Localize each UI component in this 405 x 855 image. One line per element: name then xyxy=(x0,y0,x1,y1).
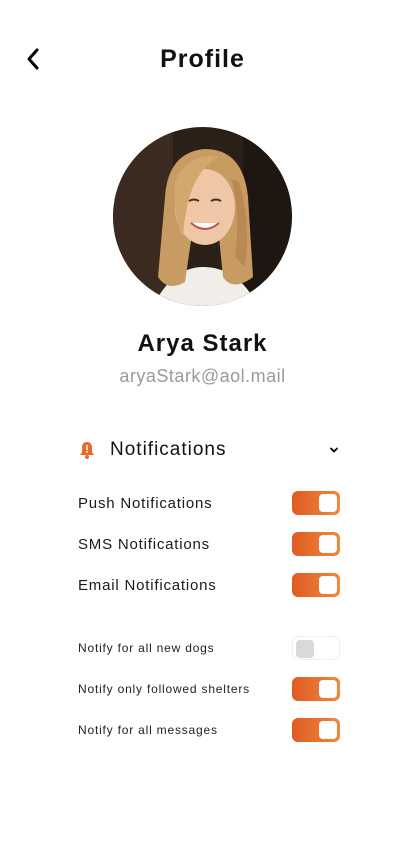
notify-new-dogs-label: Notify for all new dogs xyxy=(78,641,215,655)
notify-new-dogs-row: Notify for all new dogs xyxy=(78,636,340,660)
notify-all-messages-toggle[interactable] xyxy=(292,718,340,742)
sms-notifications-toggle[interactable] xyxy=(292,532,340,556)
push-notifications-row: Push Notifications xyxy=(78,491,340,515)
toggle-knob xyxy=(319,494,337,512)
toggle-knob xyxy=(296,640,314,658)
email-notifications-label: Email Notifications xyxy=(78,576,217,594)
notifications-title: Notifications xyxy=(110,439,227,460)
email-notifications-row: Email Notifications xyxy=(78,573,340,597)
chevron-down-icon xyxy=(328,444,340,456)
email-notifications-toggle[interactable] xyxy=(292,573,340,597)
notify-followed-shelters-row: Notify only followed shelters xyxy=(78,677,340,701)
push-notifications-label: Push Notifications xyxy=(78,494,213,512)
notify-all-messages-label: Notify for all messages xyxy=(78,723,218,737)
push-notifications-toggle[interactable] xyxy=(292,491,340,515)
user-email: aryaStark@aol.mail xyxy=(119,366,286,386)
user-name: Arya Stark xyxy=(137,330,268,357)
avatar xyxy=(113,127,292,306)
sms-notifications-row: SMS Notifications xyxy=(78,532,340,556)
toggle-knob xyxy=(319,576,337,594)
toggle-knob xyxy=(319,721,337,739)
notify-followed-shelters-label: Notify only followed shelters xyxy=(78,682,250,696)
page-title: Profile xyxy=(160,45,245,73)
sms-notifications-label: SMS Notifications xyxy=(78,535,210,553)
notify-followed-shelters-toggle[interactable] xyxy=(292,677,340,701)
notify-all-messages-row: Notify for all messages xyxy=(78,718,340,742)
toggle-knob xyxy=(319,680,337,698)
toggle-knob xyxy=(319,535,337,553)
profile-screen: Profile Arya Stark aryaStark@aol.mail No… xyxy=(0,0,405,855)
notify-new-dogs-toggle[interactable] xyxy=(292,636,340,660)
notifications-section-toggle[interactable]: Notifications xyxy=(78,437,340,463)
bell-icon xyxy=(78,440,96,460)
